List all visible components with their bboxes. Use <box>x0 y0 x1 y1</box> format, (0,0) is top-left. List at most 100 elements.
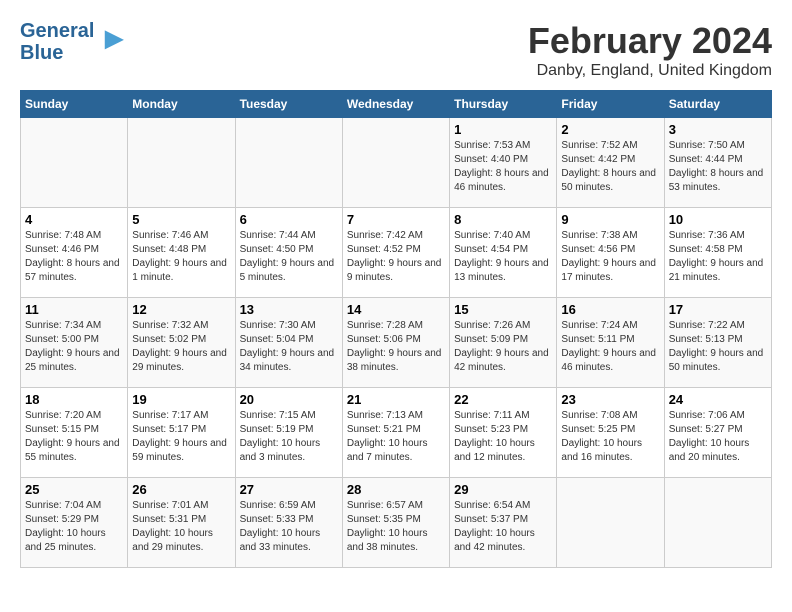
day-number: 8 <box>454 212 552 227</box>
table-row: 3Sunrise: 7:50 AM Sunset: 4:44 PM Daylig… <box>664 118 771 208</box>
table-row: 13Sunrise: 7:30 AM Sunset: 5:04 PM Dayli… <box>235 298 342 388</box>
header-thursday: Thursday <box>450 91 557 118</box>
table-row: 1 Sunrise: 7:53 AM Sunset: 4:40 PM Daylig… <box>450 118 557 208</box>
table-row: 29Sunrise: 6:54 AM Sunset: 5:37 PM Dayli… <box>450 478 557 568</box>
table-row <box>235 118 342 208</box>
day-number: 14 <box>347 302 445 317</box>
day-info: Sunrise: 7:11 AM Sunset: 5:23 PM Dayligh… <box>454 409 552 465</box>
header-tuesday: Tuesday <box>235 91 342 118</box>
table-row: 6 Sunrise: 7:44 AM Sunset: 4:50 PM Daylig… <box>235 208 342 298</box>
table-row: 7 Sunrise: 7:42 AM Sunset: 4:52 PM Daylig… <box>342 208 449 298</box>
table-row <box>128 118 235 208</box>
calendar-table: Sunday Monday Tuesday Wednesday Thursday… <box>20 90 772 568</box>
table-row: 12 Sunrise: 7:32 AM Sunset: 5:02 PM Dayli… <box>128 298 235 388</box>
header-saturday: Saturday <box>664 91 771 118</box>
day-number: 13 <box>240 302 338 317</box>
table-row: 15 Sunrise: 7:26 AM Sunset: 5:09 PM Dayli… <box>450 298 557 388</box>
day-info: Sunrise: 7:08 AM Sunset: 5:25 PM Dayligh… <box>561 409 659 465</box>
calendar-week-row: 1 Sunrise: 7:53 AM Sunset: 4:40 PM Daylig… <box>21 118 772 208</box>
day-info: Sunrise: 6:59 AM Sunset: 5:33 PM Dayligh… <box>240 499 338 555</box>
table-row <box>664 478 771 568</box>
day-number: 22 <box>454 392 552 407</box>
day-number: 6 <box>240 212 338 227</box>
day-number: 28 <box>347 482 445 497</box>
day-number: 25 <box>25 482 123 497</box>
logo: General Blue ► <box>20 20 130 64</box>
day-info: Sunrise: 7:26 AM Sunset: 5:09 PM Dayligh… <box>454 319 552 375</box>
day-info: Sunrise: 7:38 AM Sunset: 4:56 PM Dayligh… <box>561 229 659 285</box>
table-row <box>342 118 449 208</box>
calendar-week-row: 11 Sunrise: 7:34 AM Sunset: 5:00 PM Dayli… <box>21 298 772 388</box>
table-row: 27 Sunrise: 6:59 AM Sunset: 5:33 PM Dayli… <box>235 478 342 568</box>
table-row: 5 Sunrise: 7:46 AM Sunset: 4:48 PM Daylig… <box>128 208 235 298</box>
table-row: 8 Sunrise: 7:40 AM Sunset: 4:54 PM Daylig… <box>450 208 557 298</box>
day-number: 16 <box>561 302 659 317</box>
day-info: Sunrise: 7:01 AM Sunset: 5:31 PM Dayligh… <box>132 499 230 555</box>
day-info: Sunrise: 7:53 AM Sunset: 4:40 PM Dayligh… <box>454 139 552 195</box>
page-header: General Blue ► February 2024 Danby, Engl… <box>20 20 772 80</box>
day-info: Sunrise: 7:34 AM Sunset: 5:00 PM Dayligh… <box>25 319 123 375</box>
day-info: Sunrise: 7:40 AM Sunset: 4:54 PM Dayligh… <box>454 229 552 285</box>
day-info: Sunrise: 7:46 AM Sunset: 4:48 PM Dayligh… <box>132 229 230 285</box>
day-info: Sunrise: 6:57 AM Sunset: 5:35 PM Dayligh… <box>347 499 445 555</box>
table-row: 26 Sunrise: 7:01 AM Sunset: 5:31 PM Dayli… <box>128 478 235 568</box>
day-number: 2 <box>561 122 659 137</box>
day-number: 1 <box>454 122 552 137</box>
table-row: 16 Sunrise: 7:24 AM Sunset: 5:11 PM Dayli… <box>557 298 664 388</box>
table-row <box>21 118 128 208</box>
day-number: 24 <box>669 392 767 407</box>
table-row <box>557 478 664 568</box>
day-number: 12 <box>132 302 230 317</box>
day-info: Sunrise: 6:54 AM Sunset: 5:37 PM Dayligh… <box>454 499 552 555</box>
day-info: Sunrise: 7:17 AM Sunset: 5:17 PM Dayligh… <box>132 409 230 465</box>
day-info: Sunrise: 7:20 AM Sunset: 5:15 PM Dayligh… <box>25 409 123 465</box>
day-number: 7 <box>347 212 445 227</box>
day-number: 27 <box>240 482 338 497</box>
table-row: 21 Sunrise: 7:13 AM Sunset: 5:21 PM Dayli… <box>342 388 449 478</box>
table-row: 18 Sunrise: 7:20 AM Sunset: 5:15 PM Dayli… <box>21 388 128 478</box>
calendar-week-row: 4 Sunrise: 7:48 AM Sunset: 4:46 PM Daylig… <box>21 208 772 298</box>
header-sunday: Sunday <box>21 91 128 118</box>
day-number: 5 <box>132 212 230 227</box>
table-row: 4 Sunrise: 7:48 AM Sunset: 4:46 PM Daylig… <box>21 208 128 298</box>
day-number: 18 <box>25 392 123 407</box>
day-number: 4 <box>25 212 123 227</box>
day-info: Sunrise: 7:44 AM Sunset: 4:50 PM Dayligh… <box>240 229 338 285</box>
table-row: 2 Sunrise: 7:52 AM Sunset: 4:42 PM Daylig… <box>557 118 664 208</box>
location-text: Danby, England, United Kingdom <box>528 62 772 80</box>
calendar-week-row: 25 Sunrise: 7:04 AM Sunset: 5:29 PM Dayli… <box>21 478 772 568</box>
table-row: 9Sunrise: 7:38 AM Sunset: 4:56 PM Daylig… <box>557 208 664 298</box>
day-number: 19 <box>132 392 230 407</box>
table-row: 17 Sunrise: 7:22 AM Sunset: 5:13 PM Dayli… <box>664 298 771 388</box>
day-info: Sunrise: 7:48 AM Sunset: 4:46 PM Dayligh… <box>25 229 123 285</box>
day-info: Sunrise: 7:24 AM Sunset: 5:11 PM Dayligh… <box>561 319 659 375</box>
table-row: 11 Sunrise: 7:34 AM Sunset: 5:00 PM Dayli… <box>21 298 128 388</box>
title-section: February 2024 Danby, England, United Kin… <box>528 20 772 80</box>
day-number: 11 <box>25 302 123 317</box>
calendar-header-row: Sunday Monday Tuesday Wednesday Thursday… <box>21 91 772 118</box>
day-info: Sunrise: 7:22 AM Sunset: 5:13 PM Dayligh… <box>669 319 767 375</box>
day-number: 21 <box>347 392 445 407</box>
day-info: Sunrise: 7:52 AM Sunset: 4:42 PM Dayligh… <box>561 139 659 195</box>
table-row: 23Sunrise: 7:08 AM Sunset: 5:25 PM Dayli… <box>557 388 664 478</box>
day-info: Sunrise: 7:32 AM Sunset: 5:02 PM Dayligh… <box>132 319 230 375</box>
table-row: 14 Sunrise: 7:28 AM Sunset: 5:06 PM Dayli… <box>342 298 449 388</box>
day-number: 10 <box>669 212 767 227</box>
day-info: Sunrise: 7:04 AM Sunset: 5:29 PM Dayligh… <box>25 499 123 555</box>
day-info: Sunrise: 7:28 AM Sunset: 5:06 PM Dayligh… <box>347 319 445 375</box>
day-info: Sunrise: 7:15 AM Sunset: 5:19 PM Dayligh… <box>240 409 338 465</box>
day-number: 15 <box>454 302 552 317</box>
header-wednesday: Wednesday <box>342 91 449 118</box>
day-info: Sunrise: 7:42 AM Sunset: 4:52 PM Dayligh… <box>347 229 445 285</box>
logo-text-general: General <box>20 20 94 42</box>
table-row: 25 Sunrise: 7:04 AM Sunset: 5:29 PM Dayli… <box>21 478 128 568</box>
table-row: 22 Sunrise: 7:11 AM Sunset: 5:23 PM Dayli… <box>450 388 557 478</box>
day-number: 17 <box>669 302 767 317</box>
day-number: 20 <box>240 392 338 407</box>
logo-text-blue: Blue <box>20 42 94 64</box>
day-info: Sunrise: 7:13 AM Sunset: 5:21 PM Dayligh… <box>347 409 445 465</box>
table-row: 19 Sunrise: 7:17 AM Sunset: 5:17 PM Dayli… <box>128 388 235 478</box>
table-row: 20 Sunrise: 7:15 AM Sunset: 5:19 PM Dayli… <box>235 388 342 478</box>
day-number: 26 <box>132 482 230 497</box>
header-monday: Monday <box>128 91 235 118</box>
